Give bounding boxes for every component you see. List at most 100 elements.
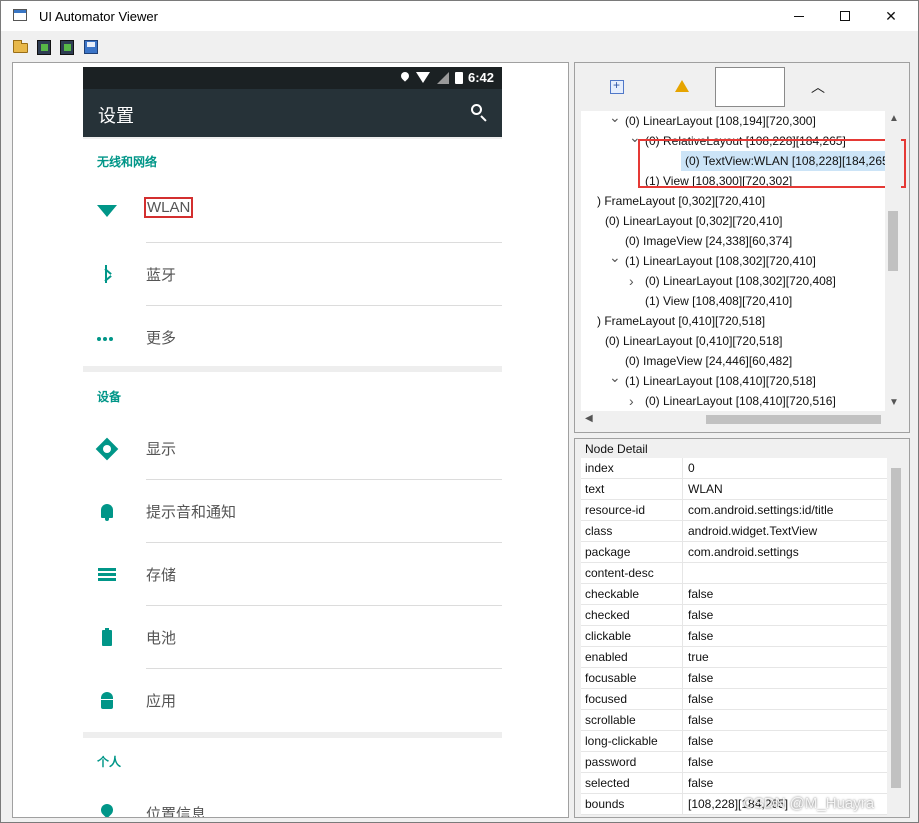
expand-chevron-icon[interactable]: ⌄ (609, 111, 621, 127)
tree-horizontal-scrollbar[interactable]: ◀ (581, 411, 885, 427)
screenshot-panel[interactable]: 6:42 设置 无线和网络 WLAN 蓝牙 更多 设备 显示 提示音和通知 存储… (12, 62, 569, 818)
detail-value: false (688, 608, 714, 622)
tree-node[interactable]: ⌄ (1) LinearLayout [108,302][720,410] (609, 249, 816, 271)
detail-row[interactable]: package com.android.settings (581, 542, 887, 563)
more-icon (97, 328, 117, 348)
search-icon[interactable] (471, 104, 487, 122)
detail-key: focusable (585, 671, 637, 685)
tree-node[interactable]: ) FrameLayout [0,302][720,410] (597, 191, 765, 211)
detail-row[interactable]: index 0 (581, 458, 887, 479)
hierarchy-search-box[interactable] (715, 67, 785, 107)
maximize-button[interactable] (822, 1, 868, 31)
detail-row[interactable]: password false (581, 752, 887, 773)
settings-item-location[interactable]: 位置信息 (83, 782, 502, 818)
tree-node-label: (0) ImageView [24,338][60,374] (625, 234, 793, 248)
open-folder-button[interactable] (13, 40, 29, 55)
settings-item-label: 显示 (146, 441, 177, 458)
detail-key: checked (585, 608, 630, 622)
bluetooth-icon (97, 265, 117, 285)
tree-node-label: ) FrameLayout [0,410][720,518] (597, 314, 766, 328)
section-personal: 个人 位置信息 (83, 738, 502, 818)
hierarchy-toolbar: ︿ (575, 63, 909, 111)
expand-chevron-icon[interactable]: ⌄ (609, 247, 621, 267)
detail-row[interactable]: focused false (581, 689, 887, 710)
chevron-up-icon[interactable]: ︿ (811, 77, 825, 97)
column-separator (682, 521, 683, 542)
collapse-chevron-icon[interactable]: › (629, 391, 634, 411)
settings-item-wlan[interactable]: WLAN (83, 180, 502, 243)
tree-node[interactable]: (0) LinearLayout [0,410][720,518] (605, 331, 782, 351)
title-bar[interactable]: UI Automator Viewer ✕ (1, 1, 918, 31)
detail-row[interactable]: class android.widget.TextView (581, 521, 887, 542)
tree-node-label: (0) LinearLayout [108,302][720,408] (645, 274, 836, 288)
tree-node-label: (0) ImageView [24,446][60,482] (625, 354, 793, 368)
column-separator (682, 731, 683, 752)
detail-row[interactable]: scrollable false (581, 710, 887, 731)
settings-item-display[interactable]: 显示 (83, 417, 502, 480)
app-window-icon (13, 9, 27, 21)
settings-item-bluetooth[interactable]: 蓝牙 (83, 243, 502, 306)
tree-node[interactable]: ⌄ (0) LinearLayout [108,194][720,300] (609, 111, 816, 131)
maximize-icon (840, 11, 850, 21)
detail-row[interactable]: text WLAN (581, 479, 887, 500)
tree-node[interactable]: ⌄ (1) LinearLayout [108,410][720,518] (609, 369, 816, 391)
scroll-thumb[interactable] (891, 468, 901, 788)
scroll-up-arrow-icon[interactable]: ▲ (889, 113, 899, 124)
settings-item-label: 位置信息 (146, 806, 207, 818)
collapse-chevron-icon[interactable]: › (629, 271, 634, 291)
settings-item-apps[interactable]: 应用 (83, 669, 502, 732)
detail-value: 0 (688, 461, 695, 475)
close-button[interactable]: ✕ (868, 1, 914, 31)
device-screenshot-button[interactable] (37, 40, 53, 55)
settings-item-label: 更多 (146, 330, 177, 347)
status-time: 6:42 (467, 70, 494, 85)
scroll-down-arrow-icon[interactable]: ▼ (889, 397, 899, 408)
tree-node[interactable]: (1) View [108,408][720,410] (645, 291, 792, 311)
detail-row[interactable]: checked false (581, 605, 887, 626)
tree-node[interactable]: (0) ImageView [24,338][60,374] (625, 231, 792, 251)
minimize-button[interactable] (776, 1, 822, 31)
expand-all-icon[interactable] (610, 78, 624, 94)
tree-node[interactable]: (0) LinearLayout [0,302][720,410] (605, 211, 782, 231)
expand-chevron-icon[interactable]: ⌄ (609, 367, 621, 387)
tree-node[interactable]: › (0) LinearLayout [108,410][720,516] (629, 391, 836, 411)
detail-value: false (688, 713, 714, 727)
settings-item-label: 蓝牙 (146, 267, 177, 284)
tree-node[interactable]: › (0) LinearLayout [108,302][720,408] (629, 271, 836, 291)
device-screenshot[interactable]: 6:42 设置 无线和网络 WLAN 蓝牙 更多 设备 显示 提示音和通知 存储… (83, 67, 502, 818)
settings-item-battery[interactable]: 电池 (83, 606, 502, 669)
detail-row[interactable]: resource-id com.android.settings:id/title (581, 500, 887, 521)
column-separator (682, 584, 683, 605)
section-header-personal: 个人 (97, 755, 122, 769)
tree-node[interactable]: (0) ImageView [24,446][60,482] (625, 351, 792, 371)
detail-row[interactable]: selected false (581, 773, 887, 794)
brightness-icon (95, 437, 119, 461)
settings-item-sound[interactable]: 提示音和通知 (83, 480, 502, 543)
detail-row[interactable]: enabled true (581, 647, 887, 668)
bell-icon (97, 502, 117, 522)
device-screenshot-compressed-button[interactable] (60, 40, 76, 55)
detail-vertical-scrollbar[interactable] (888, 458, 904, 817)
tree-vertical-scrollbar[interactable]: ▲ ▼ (885, 111, 901, 411)
save-button[interactable] (84, 40, 100, 55)
settings-item-more[interactable]: 更多 (83, 306, 502, 369)
tree-node[interactable]: ) FrameLayout [0,410][720,518] (597, 311, 765, 331)
detail-value: android.widget.TextView (688, 524, 818, 538)
scroll-left-arrow-icon[interactable]: ◀ (585, 413, 593, 424)
detail-key: content-desc (585, 566, 654, 580)
tree-node-label: (0) LinearLayout [0,410][720,518] (605, 334, 783, 348)
tree-node-label: ) FrameLayout [0,302][720,410] (597, 194, 766, 208)
detail-value: WLAN (688, 482, 723, 496)
detail-row[interactable]: content-desc (581, 563, 887, 584)
scroll-thumb[interactable] (888, 211, 898, 271)
detail-key: long-clickable (585, 734, 658, 748)
settings-action-bar: 设置 (83, 89, 502, 137)
detail-row[interactable]: long-clickable false (581, 731, 887, 752)
warning-icon[interactable] (675, 80, 689, 92)
detail-row[interactable]: focusable false (581, 668, 887, 689)
settings-item-storage[interactable]: 存储 (83, 543, 502, 606)
detail-row[interactable]: clickable false (581, 626, 887, 647)
tree-node-label: (0) LinearLayout [0,302][720,410] (605, 214, 783, 228)
scroll-thumb[interactable] (706, 415, 881, 424)
detail-row[interactable]: checkable false (581, 584, 887, 605)
